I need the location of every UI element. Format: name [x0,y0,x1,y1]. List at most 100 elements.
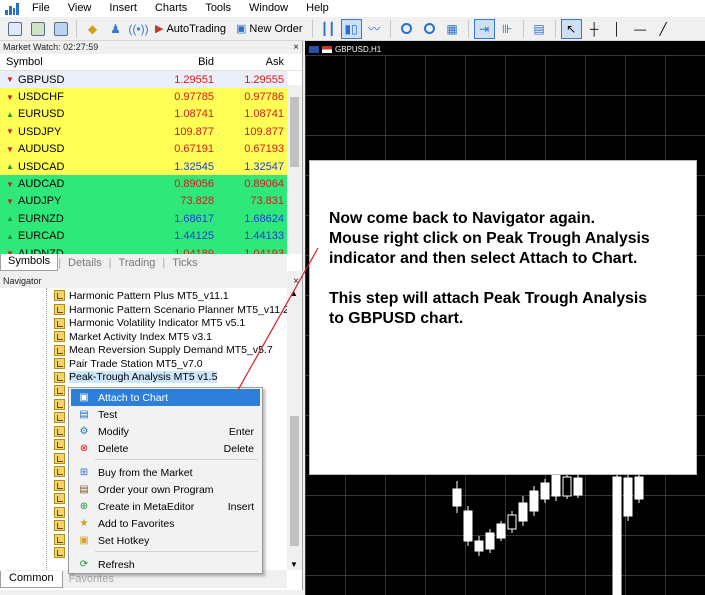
navigator-item[interactable]: Market Activity Index MT5 v3.1 [54,330,212,344]
close-icon[interactable]: × [293,275,299,288]
navigator-item[interactable]: Harmonic Volatility Indicator MT5 v5.1 [54,317,245,331]
market-watch-row[interactable]: ▼ AUDCAD 0.89056 0.89064 [0,175,287,193]
context-menu-item[interactable]: ★ Add to Favorites [71,515,260,532]
menu-file[interactable]: File [23,0,59,17]
context-menu-item[interactable]: ⟳ Refresh [71,556,260,573]
context-menu-item[interactable]: ⊞ Buy from the Market [71,464,260,481]
trendline-icon[interactable]: ╱ [653,19,674,39]
candle-chart-icon[interactable]: ▮▯ [340,18,362,39]
navigator-item[interactable] [54,438,65,452]
column-header-ask[interactable]: Ask [214,56,287,68]
navigator-item[interactable] [54,546,65,560]
context-menu-item[interactable]: ▣ Attach to Chart [71,389,260,406]
scroll-down-icon[interactable]: ▼ [290,560,298,569]
context-menu-item[interactable]: ⊕ Create in MetaEditor Insert [71,498,260,515]
close-icon[interactable]: × [293,41,299,54]
candle-body [485,532,495,550]
market-watch-row[interactable]: ▲ EURUSD 1.08741 1.08741 [0,105,287,124]
context-menu-item[interactable]: ▤ Order your own Program [71,481,260,498]
menu-charts[interactable]: Charts [146,0,196,17]
context-menu-item[interactable]: ▤ Test [71,406,260,423]
tab-symbols[interactable]: Symbols [0,254,59,271]
navigator-item[interactable] [54,533,65,547]
navigator-item[interactable] [54,452,65,466]
test-icon: ▤ [79,409,89,420]
crosshair-icon[interactable]: ┼ [584,19,605,39]
market-watch-row[interactable]: ▲ USDCAD 1.32545 1.32547 [0,157,287,176]
menu-window[interactable]: Window [240,0,297,17]
navigator-item-label: Market Activity Index MT5 v3.1 [69,330,212,343]
market-watch-row[interactable]: ▲ EURNZD 1.68617 1.68624 [0,210,287,228]
indicator-icon [54,466,65,478]
tab-ticks[interactable]: Ticks [165,257,204,269]
autoscroll-icon[interactable]: ⇥ [473,18,495,39]
context-menu-item[interactable]: ⊗ Delete Delete [71,440,260,457]
arrow-down-icon: ▼ [6,196,14,206]
metaeditor-icon[interactable]: ◆ [82,19,103,39]
bid-cell: 1.29551 [174,73,214,86]
navigator-item[interactable] [54,492,65,506]
column-header-symbol[interactable]: Symbol [0,56,140,68]
market-watch-scrollbar[interactable] [287,85,302,254]
tab-common[interactable]: Common [0,570,63,588]
navigator-item[interactable] [54,425,65,439]
navigator-item[interactable] [54,465,65,479]
scroll-up-icon[interactable]: ▲ [290,289,298,298]
menu-help[interactable]: Help [297,0,338,17]
navigator-item[interactable] [54,479,65,493]
zoom-out-icon[interactable] [419,19,440,39]
zoom-in-icon[interactable] [396,19,417,39]
ask-cell: 1.29555 [244,73,284,86]
navigator-item[interactable] [54,384,65,398]
navigator-scrollbar[interactable]: ▲ ▼ [287,288,302,570]
indicator-icon [54,520,65,532]
navigator-item[interactable] [54,398,65,412]
navigator-item[interactable]: Peak-Trough Analysis MT5 v1.5 [54,371,218,385]
ask-cell: 1.44133 [244,230,284,243]
market-watch-row[interactable]: ▼ USDCHF 0.97785 0.97786 [0,88,287,106]
instruction-line-2: Mouse right click on Peak Trough Analysi… [329,230,650,247]
tab-trading[interactable]: Trading [112,257,163,269]
signals-icon[interactable]: ((•)) [128,19,149,39]
market-watch-row[interactable]: ▼ GBPUSD 1.29551 1.29555 [0,71,287,89]
navigator-item[interactable]: Mean Reversion Supply Demand MT5_v5.7 [54,344,273,358]
save-icon[interactable] [50,19,71,39]
tab-favorites[interactable]: Favorites [63,573,120,585]
new-order-button[interactable]: ▣ New Order [232,19,307,39]
vertical-line-icon[interactable]: │ [607,19,628,39]
market-watch-row[interactable]: ▼ USDJPY 109.877 109.877 [0,123,287,141]
column-header-bid[interactable]: Bid [140,56,214,68]
scrollbar-thumb[interactable] [290,416,299,546]
navigator-item[interactable] [54,411,65,425]
chart-shift-icon[interactable]: ⊪ [497,19,518,39]
symbol-cell: ▼ AUDUSD [0,143,140,155]
navigator-item[interactable]: Harmonic Pattern Scenario Planner MT5_v1… [54,303,287,317]
market-watch-row[interactable]: ▼ AUDUSD 0.67191 0.67193 [0,140,287,158]
cursor-icon[interactable]: ↖ [560,18,582,39]
navigator-item[interactable] [54,506,65,520]
bar-chart-icon[interactable]: ┃┃ [318,19,339,39]
navigator-item[interactable] [54,519,65,533]
market-watch-row[interactable]: ▼ AUDJPY 73.828 73.831 [0,192,287,211]
horizontal-line-icon[interactable]: — [630,19,651,39]
tab-details[interactable]: Details [61,257,109,269]
tile-windows-icon[interactable]: ▦ [442,19,463,39]
menu-view[interactable]: View [59,0,101,17]
menu-tools[interactable]: Tools [196,0,240,17]
new-chart-icon[interactable] [4,19,25,39]
bid-cell: 0.97785 [174,91,214,104]
autotrading-button[interactable]: ▶ AutoTrading [151,19,230,39]
navigator-item[interactable]: Harmonic Pattern Plus MT5_v11.1 [54,289,229,303]
profiles-icon[interactable] [27,19,48,39]
scrollbar-thumb[interactable] [290,97,299,167]
market-watch-row[interactable]: ▼ AUDNZD 1.04189 1.04193 [0,244,287,254]
line-chart-icon[interactable]: 〰 [364,19,385,39]
navigator-item[interactable]: Pair Trade Station MT5_v7.0 [54,357,203,371]
context-menu-item[interactable]: ▣ Set Hotkey [71,532,260,549]
community-icon[interactable]: ♟ [105,19,126,39]
market-watch-row[interactable]: ▲ EURCAD 1.44125 1.44133 [0,227,287,245]
context-menu-item[interactable]: ⚙ Modify Enter [71,423,260,440]
menu-insert[interactable]: Insert [100,0,146,17]
market-watch-tabs: Symbols | Details | Trading | Ticks [0,254,287,271]
templates-icon[interactable]: ▤ [529,19,550,39]
